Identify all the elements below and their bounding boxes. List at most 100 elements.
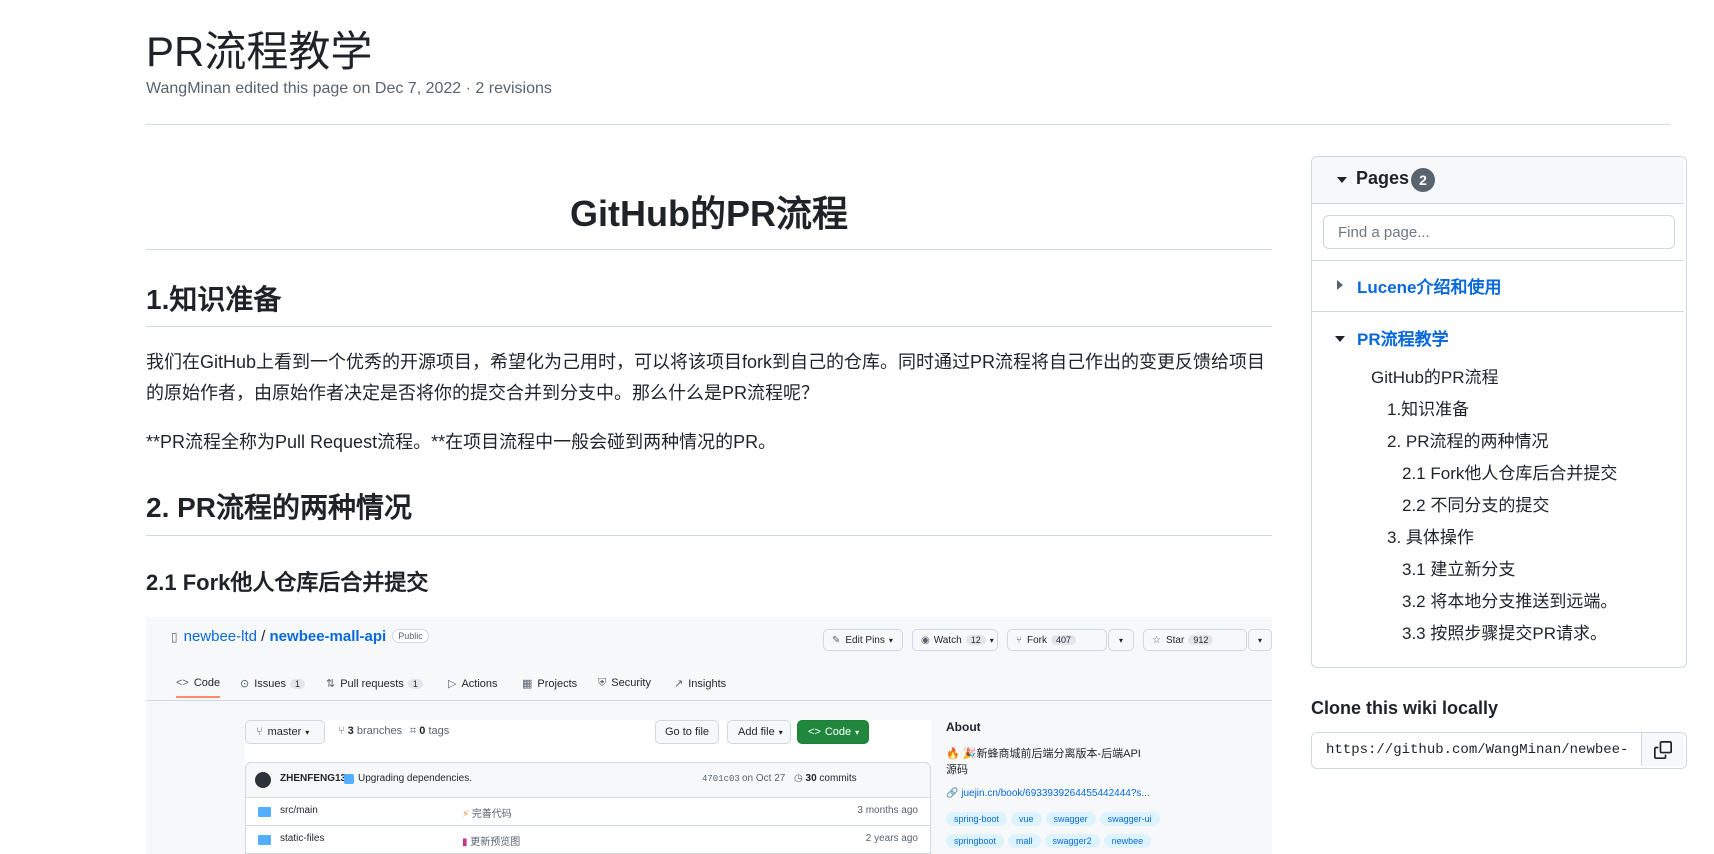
go-to-file-button: Go to file [655, 720, 719, 744]
code-icon: <> [176, 677, 189, 689]
visibility-badge: Public [392, 629, 429, 643]
copy-button[interactable] [1642, 733, 1684, 766]
triangle-right-icon[interactable] [1337, 280, 1343, 290]
edit-pins-label: Edit Pins [845, 634, 885, 646]
table-icon: ▦ [522, 678, 533, 690]
toc-item[interactable]: 2. PR流程的两种情况 [1387, 427, 1549, 452]
paragraph-definition: **PR流程全称为Pull Request流程。**在项目流程中一般会碰到两种情… [146, 432, 777, 452]
repo-tab-projects: ▦ Projects [522, 678, 578, 690]
link-icon: 🔗 [946, 788, 962, 799]
file-age: 3 months ago [857, 805, 918, 816]
about-link: 🔗 juejin.cn/book/6933939264455442444?s..… [946, 788, 1150, 799]
repo-tab-code: <> Code [176, 677, 221, 698]
play-icon: ▷ [448, 678, 457, 690]
eye-icon: ◉ [921, 634, 930, 646]
lipstick-icon: ▮ [462, 837, 468, 848]
page-title: PR流程教学 [146, 28, 373, 75]
pull-request-icon: ⇅ [326, 678, 336, 690]
pages-label: Pages [1356, 168, 1410, 188]
file-commit-message: ⚡ 完善代码 [462, 809, 512, 820]
branches-count-link: ⑂ 3 branches [338, 725, 403, 737]
clone-wiki-heading: Clone this wiki locally [1311, 698, 1499, 718]
repo-tab-security: ⛨ Security [598, 677, 651, 689]
page-link-lucene[interactable]: Lucene介绍和使用 [1357, 273, 1502, 298]
section-heading-2-1: 2.1 Fork他人仓库后合并提交 [146, 570, 429, 595]
h1-divider [146, 249, 1272, 250]
repo-file-browser: ⑂ master ▾ ⑂ 3 branches ⌗ 0 tags Go to fil… [245, 720, 931, 854]
repo-icon: ▯ [171, 630, 178, 644]
h2-divider [146, 535, 1272, 536]
topic-tag: springboot [946, 834, 1005, 848]
repo-separator: / [257, 628, 270, 645]
toc-item[interactable]: 3. 具体操作 [1387, 523, 1474, 548]
toc-item[interactable]: 2.2 不同分支的提交 [1402, 491, 1549, 516]
page-link-pr-tutorial[interactable]: PR流程教学 [1357, 325, 1449, 350]
tags-count-link: ⌗ 0 tags [410, 725, 450, 737]
repo-name: newbee-mall-api [269, 628, 387, 645]
repo-path: ▯ newbee-ltd / newbee-mall-api Public [171, 628, 429, 645]
topic-tag: newbee [1103, 834, 1152, 848]
commits-link: ◷ 30 commits [794, 773, 857, 784]
fork-icon: ⑂ [1016, 634, 1022, 646]
chevron-down-icon: ▾ [888, 635, 893, 645]
file-name: static-files [280, 833, 325, 844]
chevron-down-icon: ▾ [989, 635, 994, 645]
pages-divider [1312, 260, 1684, 261]
star-dropdown: ▾ [1248, 629, 1272, 651]
code-icon: <> [808, 726, 821, 738]
h2-divider [146, 326, 1272, 327]
repo-about: About 🔥 🎉新蜂商城前后端分离版本-后端API源码 🔗 juejin.cn… [946, 720, 1246, 853]
commit-hash: 4701c03 [702, 774, 740, 784]
folder-icon [258, 835, 271, 845]
chevron-down-icon: ▾ [305, 727, 310, 737]
commit-message: Upgrading dependencies. [358, 773, 472, 784]
fork-button: ⑂ Fork 407 [1007, 629, 1107, 651]
topic-list: spring-boot vue swagger swagger-ui springbo… [946, 809, 1246, 853]
folder-icon [258, 807, 271, 817]
pages-count-badge: 2 [1411, 168, 1435, 192]
about-title: About [946, 720, 981, 734]
star-label: Star [1165, 634, 1185, 646]
latest-commit-bar: ZHENFENG13 Upgrading dependencies. 4701c… [245, 762, 931, 798]
avatar [255, 772, 271, 788]
watch-button: ◉ Watch 12 ▾ [912, 629, 998, 651]
toc-item[interactable]: GitHub的PR流程 [1371, 363, 1499, 388]
header-divider [146, 124, 1670, 125]
topic-tag: mall [1008, 834, 1041, 848]
file-commit-message: ▮ 更新预览图 [462, 837, 521, 848]
commit-author: ZHENFENG13 [280, 773, 347, 784]
topic-tag: swagger-ui [1099, 812, 1160, 826]
triangle-down-icon[interactable] [1335, 336, 1345, 342]
tag-icon: ⌗ [410, 725, 420, 737]
watch-label: Watch [933, 634, 962, 646]
edit-pins-button: ✎ Edit Pins ▾ [823, 629, 903, 651]
find-page-input[interactable] [1323, 215, 1675, 249]
star-count: 912 [1188, 635, 1214, 645]
file-row: static-files ▮ 更新预览图 2 years ago [245, 826, 931, 854]
chevron-down-icon: ▾ [1118, 635, 1123, 645]
clone-url-input[interactable] [1312, 733, 1642, 766]
branch-icon: ⑂ [338, 725, 348, 737]
repo-tab-pull-requests: ⇅ Pull requests 1 [326, 677, 423, 690]
topic-tag: swagger2 [1044, 834, 1100, 848]
branch-select: ⑂ master ▾ [245, 720, 325, 744]
issue-icon: ⊙ [240, 678, 250, 690]
pages-header-toggle[interactable]: Pages 2 [1312, 157, 1684, 204]
fork-count: 407 [1051, 635, 1077, 645]
toc-item[interactable]: 2.1 Fork他人仓库后合并提交 [1402, 459, 1617, 484]
zap-icon: ⚡ [462, 809, 470, 820]
toc-item[interactable]: 1.知识准备 [1387, 395, 1469, 420]
triangle-down-icon [1337, 177, 1347, 183]
add-file-button: Add file ▾ [727, 720, 791, 744]
star-icon: ☆ [1152, 634, 1161, 646]
embedded-repo-screenshot: ▯ newbee-ltd / newbee-mall-api Public ✎ Edi… [146, 617, 1272, 854]
watch-count: 12 [965, 635, 986, 645]
paragraph-intro: 我们在GitHub上看到一个优秀的开源项目，希望化为己用时，可以将该项目fork… [146, 352, 1266, 403]
toc-item[interactable]: 3.2 将本地分支推送到远端。 [1402, 587, 1617, 612]
code-button: <> Code ▾ [797, 720, 869, 744]
repo-owner: newbee-ltd [183, 628, 257, 645]
repo-tab-actions: ▷ Actions [448, 678, 498, 690]
chevron-down-icon: ▾ [1257, 635, 1262, 645]
toc-item[interactable]: 3.3 按照步骤提交PR请求。 [1402, 619, 1607, 644]
toc-item[interactable]: 3.1 建立新分支 [1402, 555, 1515, 580]
